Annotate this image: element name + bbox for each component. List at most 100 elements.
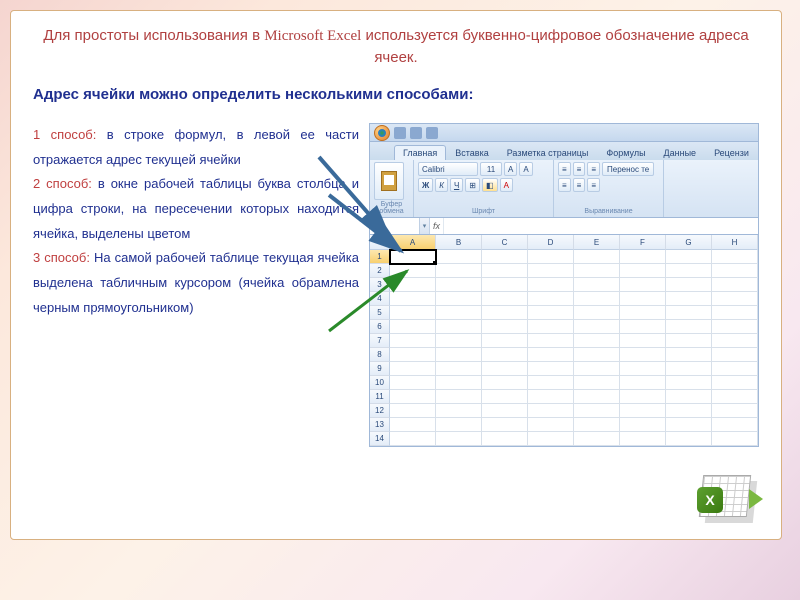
increase-font-icon[interactable]: A <box>504 162 517 176</box>
ribbon-tab[interactable]: Главная <box>394 145 446 160</box>
cell[interactable] <box>712 376 758 390</box>
cell[interactable] <box>574 432 620 446</box>
cell[interactable] <box>528 278 574 292</box>
cell[interactable] <box>620 264 666 278</box>
ribbon-tab[interactable]: Вставка <box>446 145 497 160</box>
cell[interactable] <box>666 390 712 404</box>
cell[interactable] <box>574 376 620 390</box>
cell[interactable] <box>574 404 620 418</box>
cell[interactable] <box>528 432 574 446</box>
cell[interactable] <box>436 264 482 278</box>
cell[interactable] <box>666 418 712 432</box>
align-middle-icon[interactable]: ≡ <box>573 162 586 176</box>
align-center-icon[interactable]: ≡ <box>573 178 586 192</box>
cell[interactable] <box>390 362 436 376</box>
cell[interactable] <box>482 334 528 348</box>
cell[interactable] <box>666 404 712 418</box>
cell[interactable] <box>528 362 574 376</box>
ribbon-tab[interactable]: Данные <box>655 145 706 160</box>
cell[interactable] <box>436 404 482 418</box>
cell[interactable] <box>482 432 528 446</box>
cell[interactable] <box>666 292 712 306</box>
cell[interactable] <box>528 404 574 418</box>
cell[interactable] <box>620 320 666 334</box>
cell[interactable] <box>712 264 758 278</box>
cell[interactable] <box>666 432 712 446</box>
cell[interactable] <box>574 306 620 320</box>
cell[interactable] <box>666 376 712 390</box>
wrap-text-button[interactable]: Перенос те <box>602 162 654 176</box>
cell[interactable] <box>666 264 712 278</box>
cell[interactable] <box>528 334 574 348</box>
bold-button[interactable]: Ж <box>418 178 433 192</box>
row-header[interactable]: 1 <box>370 250 390 264</box>
cell[interactable] <box>712 362 758 376</box>
cell[interactable] <box>712 250 758 264</box>
font-name-dropdown[interactable]: Calibri <box>418 162 478 176</box>
cell[interactable] <box>666 250 712 264</box>
cell[interactable] <box>482 320 528 334</box>
cell[interactable] <box>482 404 528 418</box>
cell[interactable] <box>482 376 528 390</box>
cell[interactable] <box>666 320 712 334</box>
cell[interactable] <box>528 418 574 432</box>
cell[interactable] <box>482 278 528 292</box>
column-header[interactable]: G <box>666 235 712 250</box>
cell[interactable] <box>482 348 528 362</box>
cell[interactable] <box>390 376 436 390</box>
cell[interactable] <box>712 306 758 320</box>
cell[interactable] <box>666 334 712 348</box>
cell[interactable] <box>528 306 574 320</box>
align-right-icon[interactable]: ≡ <box>587 178 600 192</box>
cell[interactable] <box>436 278 482 292</box>
cell[interactable] <box>712 334 758 348</box>
align-top-icon[interactable]: ≡ <box>558 162 571 176</box>
cell[interactable] <box>666 278 712 292</box>
cell[interactable] <box>390 390 436 404</box>
cell[interactable] <box>436 432 482 446</box>
cell[interactable] <box>436 418 482 432</box>
decrease-font-icon[interactable]: A <box>519 162 532 176</box>
cell[interactable] <box>390 418 436 432</box>
cell[interactable] <box>666 306 712 320</box>
cell[interactable] <box>436 320 482 334</box>
row-header[interactable]: 6 <box>370 320 390 334</box>
cell[interactable] <box>482 264 528 278</box>
cell[interactable] <box>482 390 528 404</box>
cell[interactable] <box>482 418 528 432</box>
cell[interactable] <box>574 348 620 362</box>
cell[interactable] <box>712 320 758 334</box>
cell[interactable] <box>712 404 758 418</box>
cell[interactable] <box>574 334 620 348</box>
row-header[interactable]: 9 <box>370 362 390 376</box>
cell[interactable] <box>436 362 482 376</box>
column-header[interactable]: E <box>574 235 620 250</box>
fill-color-button[interactable]: ◧ <box>482 178 498 192</box>
ribbon-tab[interactable]: Рецензи <box>705 145 758 160</box>
row-header[interactable]: 3 <box>370 278 390 292</box>
cell[interactable] <box>482 250 528 264</box>
formula-bar[interactable] <box>444 218 758 234</box>
excel-logo-icon[interactable]: X <box>701 475 757 525</box>
cell[interactable] <box>620 432 666 446</box>
row-header[interactable]: 7 <box>370 334 390 348</box>
column-header[interactable]: D <box>528 235 574 250</box>
cell[interactable] <box>620 348 666 362</box>
cell[interactable] <box>436 390 482 404</box>
select-all-corner[interactable] <box>370 235 390 250</box>
cell[interactable] <box>528 390 574 404</box>
cell[interactable] <box>666 348 712 362</box>
cell[interactable] <box>574 278 620 292</box>
align-bottom-icon[interactable]: ≡ <box>587 162 600 176</box>
cell[interactable] <box>528 264 574 278</box>
cell[interactable] <box>666 362 712 376</box>
office-button-icon[interactable] <box>374 125 390 141</box>
cell[interactable] <box>620 418 666 432</box>
cell[interactable] <box>528 292 574 306</box>
cell[interactable] <box>482 362 528 376</box>
cell[interactable] <box>620 278 666 292</box>
cell[interactable] <box>390 292 436 306</box>
font-size-dropdown[interactable]: 11 <box>480 162 502 176</box>
cell[interactable] <box>436 306 482 320</box>
ribbon-tab[interactable]: Разметка страницы <box>498 145 598 160</box>
